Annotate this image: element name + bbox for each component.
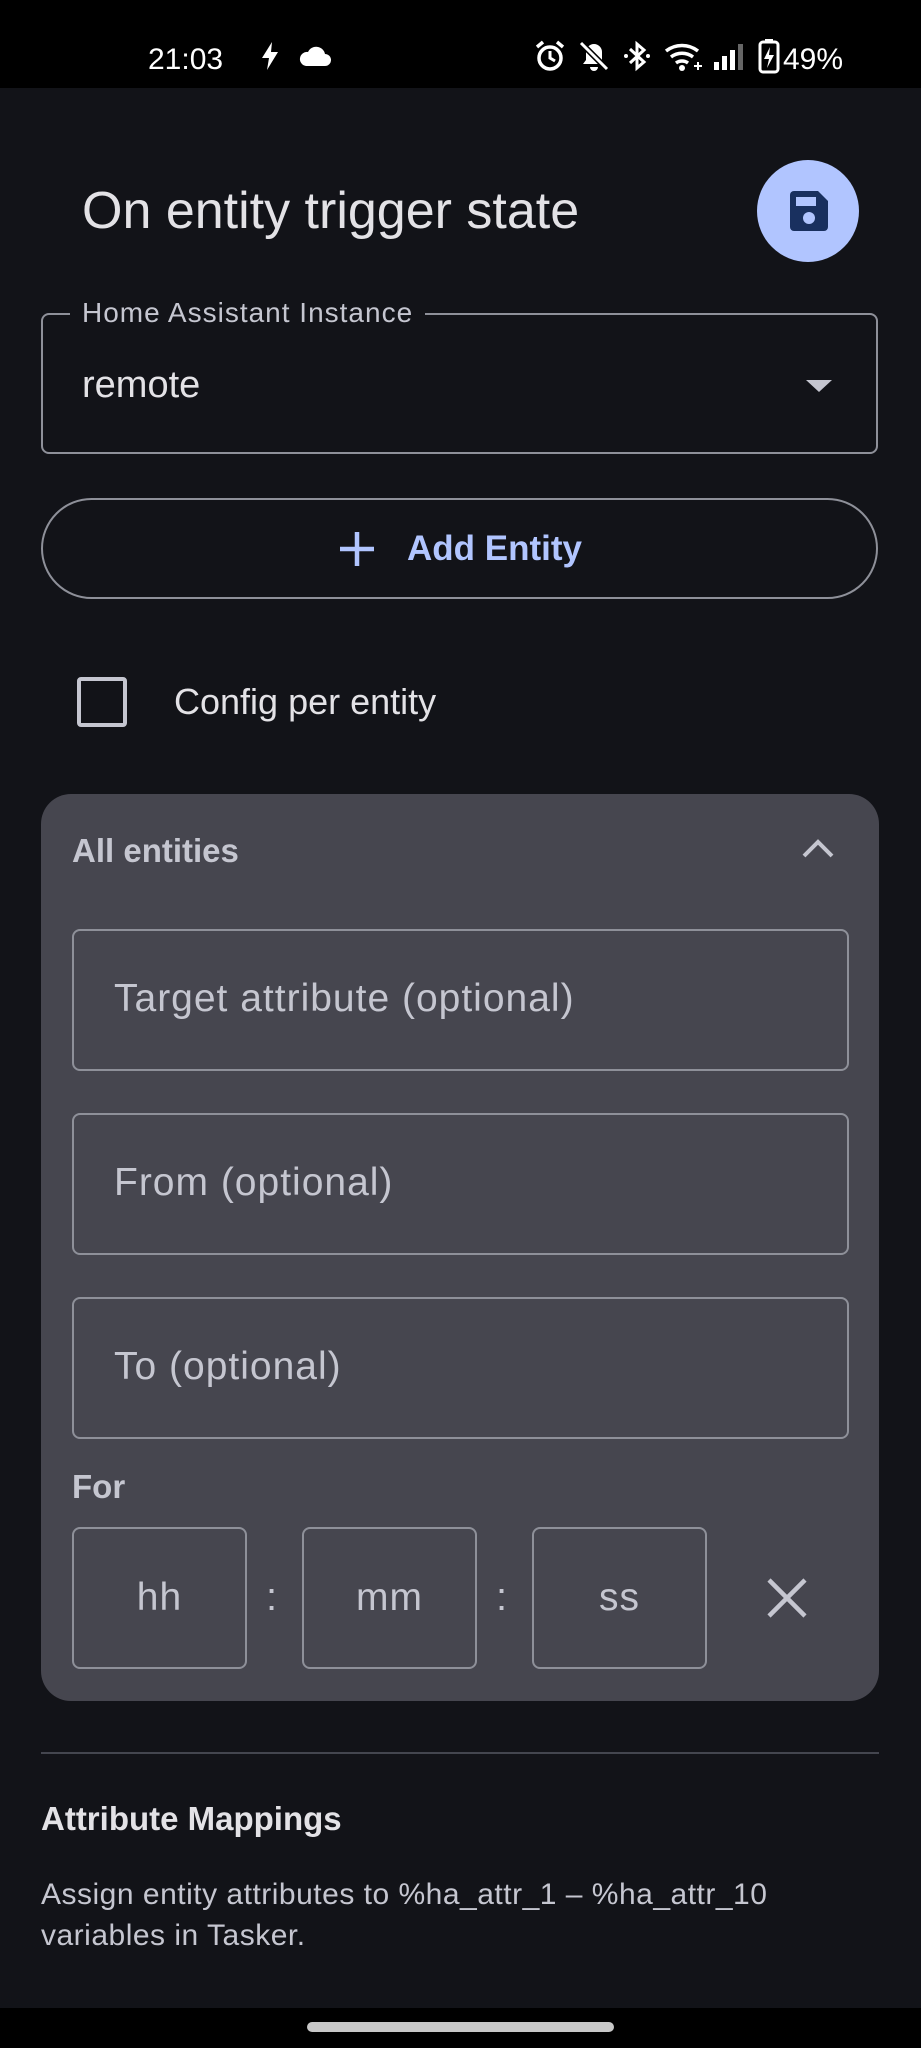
home-gesture-handle[interactable] (307, 2022, 614, 2032)
divider (41, 1752, 879, 1754)
time-separator: : (266, 1575, 278, 1619)
card-title[interactable]: All entities (72, 830, 239, 872)
instance-value[interactable]: remote (82, 360, 200, 410)
add-entity-button[interactable]: Add Entity (41, 498, 878, 599)
chevron-up-icon[interactable] (800, 836, 836, 860)
signal-icon (714, 44, 743, 70)
battery-percent: 49% (783, 43, 844, 76)
instance-label: Home Assistant Instance (70, 296, 426, 330)
minutes-input[interactable]: mm (302, 1527, 477, 1669)
flash-icon (262, 42, 278, 70)
seconds-input[interactable]: ss (532, 1527, 707, 1669)
plus-icon (340, 531, 374, 566)
page-title: On entity trigger state (82, 182, 580, 240)
add-entity-label: Add Entity (407, 528, 582, 568)
for-label: For (72, 1468, 126, 1505)
config-per-entity-label[interactable]: Config per entity (174, 678, 436, 726)
save-button[interactable] (757, 160, 859, 262)
save-icon (790, 191, 828, 231)
battery-charging-icon (758, 39, 780, 74)
status-time: 21:03 (148, 43, 224, 76)
dropdown-arrow-icon[interactable] (804, 378, 834, 394)
time-separator: : (496, 1575, 508, 1619)
alarm-icon (535, 40, 565, 71)
cloud-icon (299, 46, 331, 66)
from-placeholder: From (optional) (114, 1161, 394, 1204)
target-attribute-placeholder: Target attribute (optional) (114, 977, 575, 1020)
attribute-mappings-description: Assign entity attributes to %ha_attr_1 –… (41, 1878, 768, 1952)
to-placeholder: To (optional) (114, 1345, 342, 1388)
hours-input[interactable]: hh (72, 1527, 247, 1669)
attribute-mappings-title: Attribute Mappings (41, 1800, 342, 1837)
notifications-off-icon (578, 40, 610, 72)
wifi-icon (664, 43, 702, 71)
config-per-entity-checkbox[interactable] (77, 677, 127, 727)
clear-icon[interactable] (765, 1576, 809, 1620)
bluetooth-icon (624, 40, 650, 72)
